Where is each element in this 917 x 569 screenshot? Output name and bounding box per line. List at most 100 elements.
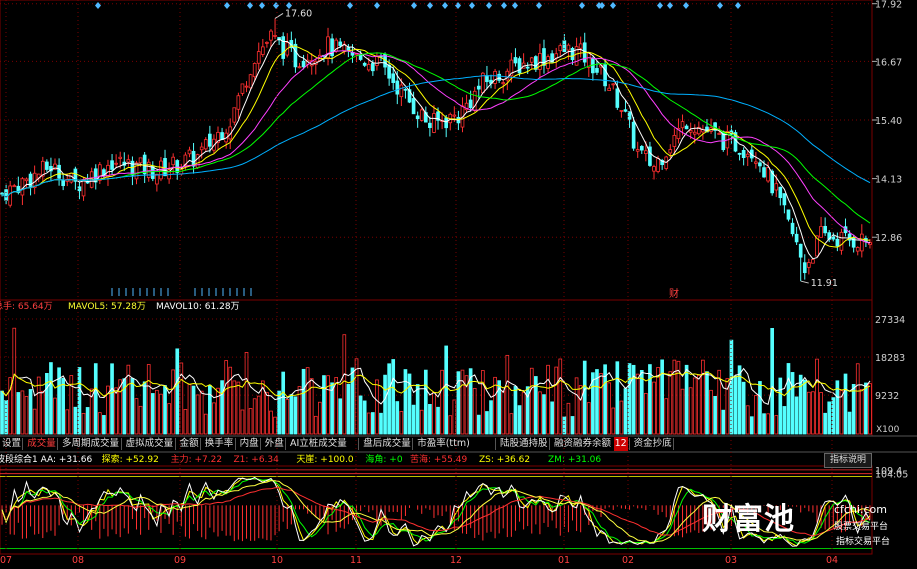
candle-body xyxy=(163,158,167,177)
candle-body xyxy=(45,161,49,170)
tab-7[interactable]: 外盘 xyxy=(263,437,286,451)
volume-bar xyxy=(586,402,591,435)
volume-bar xyxy=(513,386,518,435)
volume-bar xyxy=(566,402,571,435)
candle-body xyxy=(61,179,65,187)
candle-body xyxy=(236,95,241,110)
signal-diamond-icon xyxy=(273,2,279,9)
tab-separator xyxy=(234,438,236,450)
chart-canvas[interactable]: 17.92 16.67 15.40 14.13 12.86 17.60 11.91 财 2733… xyxy=(0,0,917,566)
volume-bar xyxy=(236,381,241,435)
candle-body xyxy=(403,88,408,91)
volume-bar xyxy=(277,390,281,435)
price-axis-label: 15.40 xyxy=(875,116,902,127)
high-price-label: 17.60 xyxy=(285,8,312,19)
tab-separator xyxy=(358,438,360,450)
volume-bar xyxy=(375,379,379,435)
volume-bar xyxy=(485,411,489,435)
candle-body xyxy=(69,172,74,183)
volume-bar xyxy=(195,394,200,435)
candle-body xyxy=(534,56,538,70)
volume-bar xyxy=(570,416,575,435)
indicator-axis-label: 104.05 xyxy=(875,470,908,481)
candle-body xyxy=(558,45,563,52)
month-label: 01 xyxy=(558,555,570,565)
signal-diamond-icon xyxy=(259,2,265,9)
tab-separator xyxy=(495,438,496,450)
tab-1[interactable]: 成交量 xyxy=(25,437,58,451)
tab-2[interactable]: 多周期成交量 xyxy=(60,437,121,451)
volume-bar xyxy=(318,401,322,435)
tab-3[interactable]: 虚拟成交量 xyxy=(124,437,176,451)
volume-bar xyxy=(705,371,709,435)
candle-body xyxy=(468,99,473,108)
volume-bar xyxy=(358,395,363,435)
tab-5[interactable]: 换手率 xyxy=(203,437,236,451)
candle-body xyxy=(807,262,811,268)
volume-bar xyxy=(505,354,510,435)
volume-bar xyxy=(228,366,233,435)
volume-bar xyxy=(212,402,216,435)
candle-body xyxy=(265,41,269,44)
candle-body xyxy=(684,125,689,130)
candle-body xyxy=(419,109,424,121)
volume-bar xyxy=(399,411,404,435)
candle-body xyxy=(301,60,306,68)
indicator-legend-item: 主力: +7.22 xyxy=(170,455,223,465)
candle-body xyxy=(428,122,432,128)
tab-badge: 12 xyxy=(613,437,628,451)
watermark-sub1: 股票交易平台 xyxy=(834,522,889,532)
ma20-line xyxy=(1,50,871,244)
volume-bar xyxy=(851,383,856,435)
candle-body xyxy=(766,167,770,182)
candle-body xyxy=(741,150,746,158)
indicator-help-button[interactable]: 指标说明 xyxy=(824,453,872,468)
tab-8[interactable]: AI立桩成交量 xyxy=(288,437,349,451)
candle-body xyxy=(175,160,180,173)
volume-bar xyxy=(481,370,485,435)
volume-bar xyxy=(460,369,465,435)
volume-bar xyxy=(509,413,514,435)
candle-body xyxy=(81,179,86,197)
tab-separator xyxy=(549,438,550,450)
volume-bar xyxy=(102,415,106,435)
tab-4[interactable]: 金额 xyxy=(178,437,201,451)
tab-9[interactable]: 盘后成交量 xyxy=(361,437,413,451)
volume-bar xyxy=(432,392,436,435)
volume-bar xyxy=(65,409,70,435)
volume-bar xyxy=(635,373,640,435)
volume-bar xyxy=(362,400,367,435)
volume-bar xyxy=(110,363,114,435)
candle-body xyxy=(603,63,607,87)
candle-body xyxy=(672,135,677,147)
candle-body xyxy=(203,139,208,150)
candle-body xyxy=(639,146,644,151)
tab-6[interactable]: 内盘 xyxy=(238,437,261,451)
candle-body xyxy=(195,154,200,168)
volume-bar xyxy=(244,352,249,435)
candle-body xyxy=(208,133,212,147)
volume-bar xyxy=(652,381,656,435)
candle-body xyxy=(758,162,762,167)
volume-bar xyxy=(623,388,628,435)
volume-bar xyxy=(550,401,554,435)
volume-bar xyxy=(220,380,224,435)
volume-bar xyxy=(281,371,286,435)
volume-bar xyxy=(847,411,852,435)
volume-bar xyxy=(134,398,139,435)
volume-bar xyxy=(696,374,701,435)
candle-body xyxy=(754,161,758,164)
tab-11[interactable]: 陆股通持股 xyxy=(498,437,550,451)
candle-body xyxy=(745,153,750,158)
volume-bar xyxy=(338,398,343,435)
volume-axis-label: 27334 xyxy=(875,315,905,326)
tab-12[interactable]: 融资融券余额 xyxy=(552,437,613,451)
volume-bar xyxy=(489,400,493,435)
tab-13[interactable]: 资金抄底 xyxy=(632,437,674,451)
tab-0[interactable]: 设置 xyxy=(0,437,23,451)
candle-body xyxy=(652,166,656,172)
volume-bar xyxy=(444,345,449,435)
tab-10[interactable]: 市盈率(ttm) xyxy=(415,437,472,451)
volume-bar xyxy=(20,390,25,435)
candle-body xyxy=(399,84,404,98)
